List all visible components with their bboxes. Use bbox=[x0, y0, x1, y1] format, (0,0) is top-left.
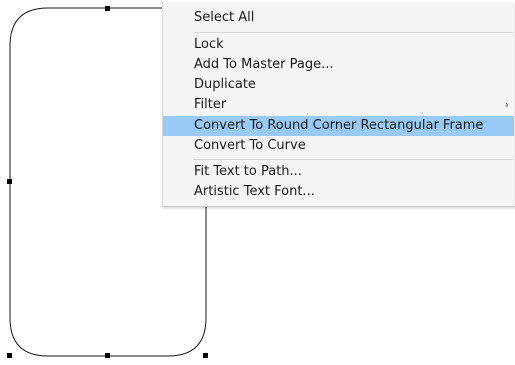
menu-item-duplicate[interactable]: Duplicate bbox=[163, 75, 514, 95]
menu-item-label: Lock bbox=[194, 37, 224, 52]
menu-item-label: Convert To Round Corner Rectangular Fram… bbox=[194, 118, 484, 133]
selection-handle-middle-left[interactable] bbox=[7, 179, 12, 184]
menu-item-fit-text-to-path[interactable]: Fit Text to Path... bbox=[163, 162, 514, 182]
selection-handle-top-middle[interactable] bbox=[105, 6, 110, 11]
selection-handle-bottom-left[interactable] bbox=[7, 353, 12, 358]
design-canvas[interactable]: Select All Lock Add To Master Page... Du… bbox=[0, 0, 515, 365]
menu-item-label: Artistic Text Font... bbox=[194, 184, 315, 199]
menu-item-label: Select All bbox=[194, 10, 255, 25]
menu-item-select-all[interactable]: Select All bbox=[163, 8, 514, 28]
menu-item-label: Fit Text to Path... bbox=[194, 164, 302, 179]
selection-handle-bottom-right[interactable] bbox=[203, 353, 208, 358]
chevron-right-icon: › bbox=[504, 98, 509, 111]
selection-handle-bottom-middle[interactable] bbox=[105, 353, 110, 358]
menu-item-add-to-master-page[interactable]: Add To Master Page... bbox=[163, 55, 514, 75]
menu-item-label: Convert To Curve bbox=[194, 138, 306, 153]
menu-item-filter[interactable]: Filter › bbox=[163, 95, 514, 115]
menu-item-label: Filter bbox=[194, 97, 227, 112]
menu-item-convert-to-curve[interactable]: Convert To Curve bbox=[163, 136, 514, 156]
context-menu: Select All Lock Add To Master Page... Du… bbox=[162, 2, 514, 207]
menu-separator bbox=[193, 32, 513, 33]
menu-item-label: Duplicate bbox=[194, 77, 256, 92]
menu-item-lock[interactable]: Lock bbox=[163, 35, 514, 55]
menu-separator bbox=[193, 159, 513, 160]
menu-item-label: Add To Master Page... bbox=[194, 57, 334, 72]
menu-item-convert-to-round-corner-rectangular-frame[interactable]: Convert To Round Corner Rectangular Fram… bbox=[163, 116, 514, 136]
menu-item-artistic-text-font[interactable]: Artistic Text Font... bbox=[163, 182, 514, 202]
